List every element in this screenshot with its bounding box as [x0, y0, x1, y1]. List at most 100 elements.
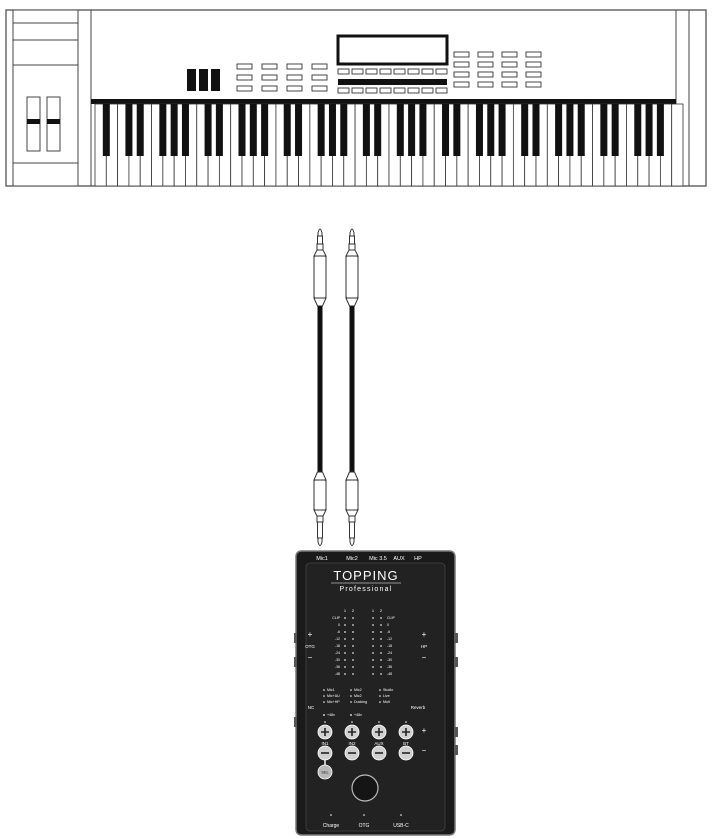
- in2-minus-button[interactable]: [344, 745, 360, 761]
- keyboard-button: [379, 87, 392, 94]
- port-label-otg: OTG: [359, 823, 370, 829]
- black-key: [261, 104, 269, 156]
- keyboard-button: [351, 87, 364, 94]
- mode-item: Ducking: [354, 700, 367, 704]
- meter-right-tick: -48: [387, 672, 392, 676]
- strain-relief: [345, 297, 359, 307]
- meter-led: [352, 673, 354, 675]
- mode-item: Mic2: [354, 694, 362, 698]
- knob-label-bt: BT: [403, 741, 409, 746]
- reverb-minus: −: [422, 746, 427, 755]
- cables: [313, 228, 359, 546]
- plug-sleeve: [316, 515, 324, 523]
- plug-ring: [317, 235, 323, 245]
- keyboard-button: [525, 61, 542, 68]
- keyboard-button: [477, 61, 494, 68]
- keyboard-button: [286, 85, 303, 92]
- keyboard-button: [236, 85, 253, 92]
- keyboard-button: [311, 85, 328, 92]
- plug-ring: [317, 521, 323, 539]
- knob-label-in1: IN1: [321, 741, 329, 746]
- hp-side-label: HP: [421, 644, 427, 649]
- mode-item: Live: [383, 694, 390, 698]
- meter-led: [380, 624, 382, 626]
- meter-led: [352, 617, 354, 619]
- meter-led: [380, 617, 382, 619]
- plug-sleeve: [316, 243, 324, 251]
- black-key: [600, 104, 608, 156]
- black-key: [611, 104, 619, 156]
- black-key: [656, 104, 664, 156]
- plug-ring: [349, 235, 355, 245]
- black-key: [555, 104, 563, 156]
- strain-relief: [345, 471, 359, 481]
- in1-plus-button[interactable]: [317, 724, 333, 740]
- meter-led: [380, 631, 382, 633]
- plug-flare: [345, 509, 359, 517]
- hp-minus: −: [422, 653, 427, 662]
- plug-flare: [313, 509, 327, 517]
- black-key: [419, 104, 427, 156]
- plug-tip: [349, 537, 355, 546]
- meter-led: [352, 624, 354, 626]
- keyboard-button: [311, 63, 328, 70]
- keyboard-slider-bar: [338, 79, 447, 85]
- keyboard-button: [236, 74, 253, 81]
- black-key: [328, 104, 336, 156]
- power-button[interactable]: [351, 774, 379, 802]
- meter-led: [352, 638, 354, 640]
- meter-led: [344, 638, 346, 640]
- plug-ring: [349, 521, 355, 539]
- keyboard-button: [453, 51, 470, 58]
- in1-minus-button[interactable]: [317, 745, 333, 761]
- black-key: [249, 104, 257, 156]
- white-key: [671, 103, 684, 187]
- meter-led: [372, 673, 374, 675]
- keyboard-button: [393, 87, 406, 94]
- keyboard-button: [501, 71, 518, 78]
- black-key: [317, 104, 325, 156]
- meter-led: [380, 638, 382, 640]
- meter-left-tick: -48: [335, 672, 340, 676]
- strain-relief: [313, 471, 327, 481]
- meter-left-tick: -30: [335, 658, 340, 662]
- keyboard-display: [336, 34, 449, 66]
- aux-plus-button[interactable]: [371, 724, 387, 740]
- black-key: [453, 104, 461, 156]
- meter-led: [352, 652, 354, 654]
- in2-plus-button[interactable]: [344, 724, 360, 740]
- cable-wire: [317, 306, 323, 472]
- nc-label: NC: [308, 705, 315, 710]
- meter-right-tick: -24: [387, 651, 392, 655]
- black-key: [340, 104, 348, 156]
- meter-led: [372, 638, 374, 640]
- keyboard-button: [337, 87, 350, 94]
- reverb-label: Reverb: [411, 705, 426, 710]
- mode-led: [323, 695, 325, 697]
- keyboard-button: [365, 87, 378, 94]
- black-key: [204, 104, 212, 156]
- reverb-plus: +: [422, 726, 427, 735]
- mode-led: [350, 689, 352, 691]
- meter-left-tick: -36: [335, 665, 340, 669]
- phantom-label-1: +48v: [327, 713, 335, 717]
- trs-cable: [345, 228, 359, 546]
- trs-cable: [313, 228, 327, 546]
- connection-diagram: Mic1 Mic2 Mic 3.5 AUX HP TOPPING Profess…: [0, 0, 712, 839]
- keyboard-illustration: [5, 9, 707, 187]
- meter-led: [372, 617, 374, 619]
- keyboard-button: [236, 63, 253, 70]
- aux-minus-button[interactable]: [371, 745, 387, 761]
- bt-minus-button[interactable]: [398, 745, 414, 761]
- black-key: [362, 104, 370, 156]
- knob-label-in2: IN2: [348, 741, 356, 746]
- black-key: [102, 104, 110, 156]
- sel-button[interactable]: SEL: [317, 764, 333, 780]
- black-key: [498, 104, 506, 156]
- plug-housing: [345, 255, 359, 299]
- input-label-aux: AUX: [393, 556, 405, 562]
- bt-plus-button[interactable]: [398, 724, 414, 740]
- keyboard-button: [501, 81, 518, 88]
- meter-right-tick: -6: [387, 630, 390, 634]
- plug-housing: [345, 479, 359, 511]
